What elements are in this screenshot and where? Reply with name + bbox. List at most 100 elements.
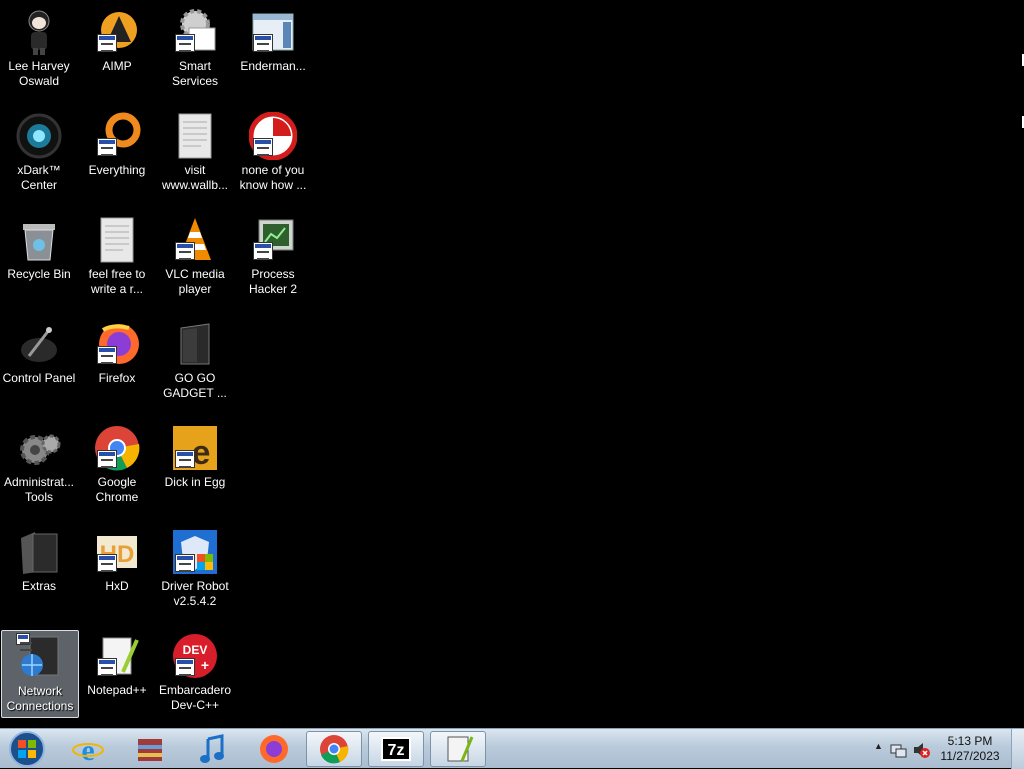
chrome-icon [93, 424, 141, 472]
taskbar-firefox[interactable] [246, 731, 302, 767]
shortcut-overlay-icon [175, 450, 195, 468]
desktop-icon-aimp[interactable]: AIMP [78, 6, 156, 94]
icon-label: Firefox [98, 371, 136, 385]
icon-label: Control Panel [2, 371, 76, 385]
shortcut-overlay-icon [97, 554, 117, 572]
shortcut-overlay-icon [97, 34, 117, 52]
firefox-icon [93, 320, 141, 368]
desktop-icon-vlc[interactable]: VLC media player [156, 214, 234, 302]
desktop-icon-enderman[interactable]: Enderman... [234, 6, 312, 94]
show-desktop-button[interactable] [1011, 729, 1024, 769]
desktop-icon-feel-free[interactable]: feel free to write a r... [78, 214, 156, 302]
text-document-icon [93, 216, 141, 264]
desktop-icon-visit-wallb[interactable]: visit www.wallb... [156, 110, 234, 198]
icon-label: Driver Robot v2.5.4.2 [161, 579, 229, 608]
internet-explorer-icon: e [72, 734, 104, 765]
desktop-icon-google-chrome[interactable]: Google Chrome [78, 422, 156, 510]
recycle-bin-icon [15, 216, 63, 264]
shortcut-overlay-icon [175, 34, 195, 52]
xdark-orb-icon [15, 112, 63, 160]
shortcut-overlay-icon [175, 554, 195, 572]
icon-label: Enderman... [240, 59, 306, 73]
desktop-icon-administrative-tools[interactable]: Administrat... Tools [0, 422, 78, 510]
icon-label: xDark™ Center [17, 163, 61, 192]
chrome-icon [320, 735, 349, 764]
desktop-icon-extras[interactable]: Extras [0, 526, 78, 614]
start-orb-icon [9, 731, 45, 767]
shortcut-overlay-icon [175, 242, 195, 260]
svg-text:+: + [201, 657, 209, 673]
system-clock[interactable]: 5:13 PM 11/27/2023 [934, 734, 1006, 764]
shortcut-overlay-icon [97, 658, 117, 676]
taskbar: e 7z ▲ 5:13 PM 11/27/2023 [0, 728, 1024, 769]
shortcut-overlay-icon [253, 138, 273, 156]
desktop-icon-none-of-you[interactable]: none of you know how ... [234, 110, 312, 198]
icon-label: Administrat... Tools [3, 475, 75, 504]
volume-muted-icon[interactable] [912, 741, 930, 759]
icon-label: Everything [88, 163, 146, 177]
dark-folder-icon [171, 320, 219, 368]
desktop-icon-process-hacker[interactable]: Process Hacker 2 [234, 214, 312, 302]
icon-label: HxD [105, 579, 129, 593]
desktop[interactable]: Lee Harvey Oswald xDark™ Center Recycle … [0, 0, 1024, 728]
icon-label: AIMP [102, 59, 132, 73]
admin-tools-icon [15, 424, 63, 472]
dev-cpp-icon: DEV + [171, 632, 219, 680]
network-tray-icon[interactable] [890, 741, 908, 759]
desktop-icon-notepad-plus-plus[interactable]: Notepad++ [78, 630, 156, 718]
notepad-plus-plus-icon [447, 736, 474, 762]
egg-app-icon: e [171, 424, 219, 472]
icon-label: Lee Harvey Oswald [8, 59, 70, 88]
gear-icon [171, 8, 219, 56]
start-button[interactable] [4, 730, 50, 768]
shield-app-icon [171, 528, 219, 576]
desktop-icon-embarcadero-dev-cpp[interactable]: DEV + Embarcadero Dev-C++ [156, 630, 234, 718]
clock-date: 11/27/2023 [940, 749, 1000, 763]
shortcut-overlay-icon [97, 450, 117, 468]
desktop-icon-xdark-center[interactable]: xDark™ Center [0, 110, 78, 198]
control-panel-icon [15, 320, 63, 368]
desktop-icon-driver-robot[interactable]: Driver Robot v2.5.4.2 [156, 526, 234, 614]
vlc-cone-icon [171, 216, 219, 264]
shortcut-overlay-icon [175, 658, 195, 676]
icon-label: Process Hacker 2 [248, 267, 298, 296]
seven-zip-icon: 7z [381, 737, 411, 761]
desktop-icon-lee-harvey-oswald[interactable]: Lee Harvey Oswald [0, 6, 78, 94]
desktop-icon-go-go-gadget[interactable]: GO GO GADGET ... [156, 318, 234, 406]
icon-label: Notepad++ [87, 683, 147, 697]
desktop-icon-smart-services[interactable]: Smart Services [156, 6, 234, 94]
taskbar-archive[interactable] [122, 731, 178, 767]
desktop-icon-everything[interactable]: Everything [78, 110, 156, 198]
desktop-icon-recycle-bin[interactable]: Recycle Bin [0, 214, 78, 302]
taskbar-music-player[interactable] [184, 731, 240, 767]
desktop-icon-network-connections[interactable]: Network Connections [1, 630, 79, 718]
icon-label: feel free to write a r... [88, 267, 146, 296]
music-note-icon [200, 734, 224, 763]
folder-icon [15, 528, 63, 576]
character-figure-icon [15, 8, 63, 56]
icon-label: Smart Services [171, 59, 218, 88]
icon-label: GO GO GADGET ... [163, 371, 227, 400]
process-hacker-icon [249, 216, 297, 264]
desktop-icon-control-panel[interactable]: Control Panel [0, 318, 78, 406]
text-document-icon [171, 112, 219, 160]
show-hidden-icons-button[interactable]: ▲ [874, 741, 883, 751]
shortcut-arrow-icon [16, 633, 32, 651]
shortcut-overlay-icon [97, 346, 117, 364]
shortcut-overlay-icon [97, 138, 117, 156]
desktop-icon-firefox[interactable]: Firefox [78, 318, 156, 406]
taskbar-7zip[interactable]: 7z [368, 731, 424, 767]
desktop-icon-dick-in-egg[interactable]: e Dick in Egg [156, 422, 234, 510]
archive-icon [138, 739, 162, 761]
icon-label: visit www.wallb... [161, 163, 229, 192]
svg-text:DEV: DEV [183, 643, 208, 657]
hxd-icon: HD [93, 528, 141, 576]
desktop-icon-hxd[interactable]: HD HxD [78, 526, 156, 614]
aimp-icon [93, 8, 141, 56]
network-icon [16, 633, 64, 681]
taskbar-chrome[interactable] [306, 731, 362, 767]
icon-label: none of you know how ... [239, 163, 307, 192]
taskbar-notepad-plus-plus[interactable] [430, 731, 486, 767]
icon-label: Network Connections [6, 684, 74, 713]
taskbar-internet-explorer[interactable]: e [60, 731, 116, 767]
